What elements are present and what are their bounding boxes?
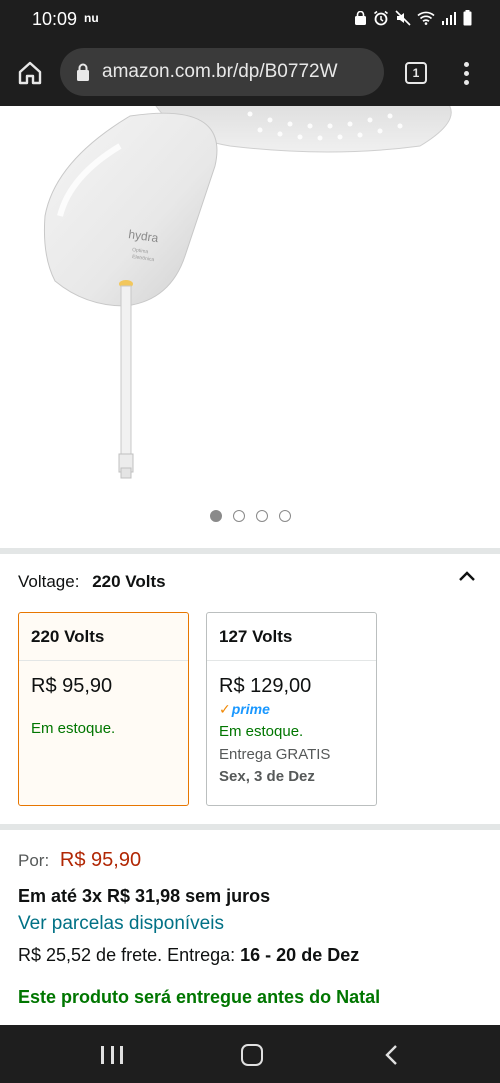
variation-option-220v[interactable]: 220 Volts R$ 95,90 Em estoque. [18,612,189,806]
lock-icon [77,63,89,81]
wifi-icon [417,11,435,30]
section-divider [0,548,500,554]
option-delivery-date: Sex, 3 de Dez [219,768,315,785]
home-icon [18,61,42,85]
section-divider [0,824,500,830]
status-time: 10:09 [32,9,78,29]
option-delivery: Entrega GRATIS [219,746,331,763]
overflow-menu-button[interactable] [458,60,474,86]
product-image[interactable]: hydra Optima Eletrônica [0,106,500,546]
shower-illustration: hydra Optima Eletrônica [43,106,452,479]
alarm-icon [373,10,389,31]
status-icons [354,10,472,31]
carousel-dot[interactable] [278,510,291,522]
prime-check-icon: ✓ [219,701,231,717]
option-stock: Em estoque. [219,723,304,740]
back-chevron-icon [385,1045,397,1065]
lock-status-icon [354,10,367,30]
price-row: Por: R$ 95,90 [18,849,141,872]
url-text: amazon.com.br/dp/B0772W [102,61,338,82]
collapse-button[interactable] [456,566,478,588]
image-carousel-dots [0,510,500,522]
system-nav-bar [0,1025,500,1083]
delivery-dates: 16 - 20 de Dez [240,945,360,965]
variation-option-127v[interactable]: 127 Volts R$ 129,00 ✓prime Em estoque. E… [206,612,377,806]
back-button[interactable] [384,1044,400,1066]
chevron-up-icon [459,571,475,581]
variation-selected-value: 220 Volts [92,572,166,591]
carousel-dot[interactable] [232,510,245,522]
shipping-info: R$ 25,52 de frete. Entrega: 16 - 20 de D… [18,945,359,966]
carousel-dot[interactable] [255,510,268,522]
installment-text: Em até 3x R$ 31,98 sem juros [18,886,271,906]
home-button[interactable] [16,59,44,87]
variation-label: Voltage: [18,572,80,591]
carrier-badge: nu [84,11,99,25]
home-nav-button[interactable] [241,1044,263,1066]
recents-button[interactable] [101,1046,123,1064]
price-value: R$ 95,90 [59,849,142,871]
browser-toolbar: amazon.com.br/dp/B0772W 1 [0,40,500,106]
installments-link[interactable]: Ver parcelas disponíveis [18,913,224,935]
price-label: Por: [18,851,50,870]
prime-badge: ✓prime [207,701,376,717]
option-price: R$ 95,90 [31,675,113,697]
signal-icon [441,11,457,30]
shipping-prefix: R$ 25,52 de frete. Entrega: [18,945,241,965]
battery-icon [463,10,472,31]
option-stock: Em estoque. [31,720,116,737]
variation-header: Voltage: 220 Volts [18,572,166,592]
tab-switcher-button[interactable]: 1 [405,62,427,84]
option-name: 220 Volts [19,613,188,661]
mute-icon [395,10,411,31]
option-name: 127 Volts [207,613,376,661]
address-bar[interactable]: amazon.com.br/dp/B0772W [60,48,384,96]
carousel-dot[interactable] [209,510,222,522]
option-price: R$ 129,00 [219,675,312,697]
prime-text: prime [231,701,270,717]
christmas-delivery-note: Este produto será entregue antes do Nata… [18,987,381,1007]
status-bar: 10:09 nu [0,0,500,40]
